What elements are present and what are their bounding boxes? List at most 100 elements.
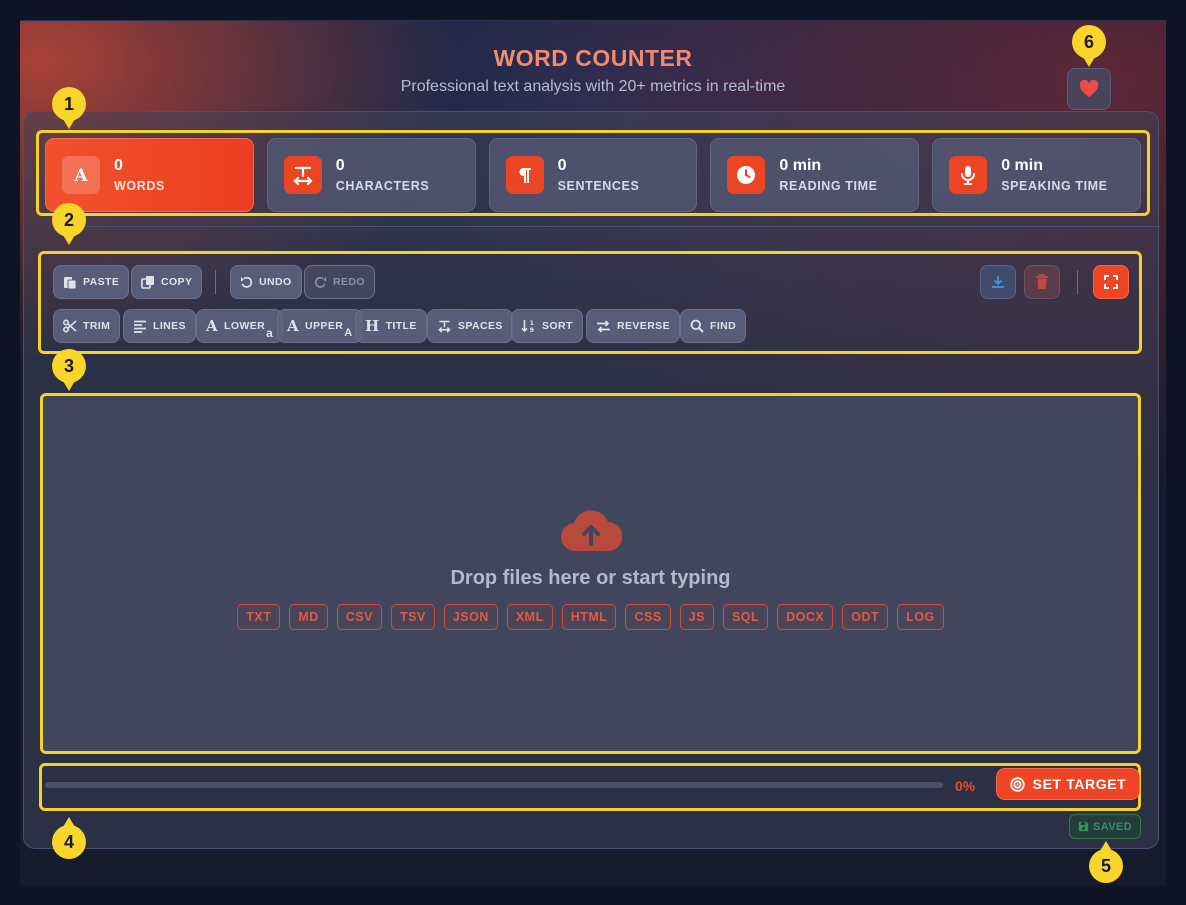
format-badge: JSON <box>443 604 498 630</box>
copy-button[interactable]: COPY <box>131 265 203 299</box>
paragraph-icon <box>505 156 544 194</box>
heart-icon <box>1079 80 1099 98</box>
svg-text:1: 1 <box>530 320 535 327</box>
annotation-marker-1: 1 <box>52 87 86 129</box>
section-divider <box>60 226 1160 227</box>
annotation-marker-4: 4 <box>52 817 86 859</box>
reverse-label: REVERSE <box>617 320 670 332</box>
redo-label: REDO <box>333 276 365 288</box>
trim-button[interactable]: TRIM <box>53 309 121 343</box>
saved-label: SAVED <box>1092 820 1133 833</box>
trim-label: TRIM <box>83 320 111 332</box>
target-progress-row: 0% SET TARGET <box>39 763 1141 811</box>
stat-value: 0 <box>335 157 345 174</box>
stat-value: 0 <box>557 157 567 174</box>
search-icon <box>690 319 704 333</box>
cloud-upload-icon <box>560 510 622 552</box>
format-badge: TSV <box>390 604 435 630</box>
copy-label: COPY <box>161 276 193 288</box>
paste-icon <box>64 277 77 289</box>
page-subtitle: Professional text analysis with 20+ metr… <box>400 78 786 95</box>
progress-bar <box>45 782 943 788</box>
stat-card-reading-time[interactable]: 0 min READING TIME <box>710 138 920 212</box>
format-badge: XML <box>506 604 553 630</box>
target-icon <box>1009 776 1025 792</box>
reverse-button[interactable]: REVERSE <box>586 309 680 343</box>
format-badge: JS <box>679 604 714 630</box>
clock-icon <box>727 156 766 194</box>
upper-label: UPPER <box>305 320 344 332</box>
letter-a-icon: A <box>62 156 100 194</box>
clear-button[interactable] <box>1024 265 1060 299</box>
progress-percent: 0% <box>955 778 976 794</box>
lowercase-button[interactable]: A LOWER a <box>196 309 284 343</box>
sort-label: SORT <box>542 320 573 332</box>
toolbar-separator <box>1077 270 1078 294</box>
heading-icon: H <box>365 317 380 335</box>
redo-icon <box>314 276 327 288</box>
format-badge: HTML <box>561 604 617 630</box>
redo-button[interactable]: REDO <box>304 265 375 299</box>
stat-value: 0 min <box>779 157 822 174</box>
upper-subscript: A <box>344 327 353 339</box>
annotation-marker-6: 6 <box>1072 25 1106 67</box>
stat-card-characters[interactable]: 0 CHARACTERS <box>266 138 476 212</box>
stat-card-words[interactable]: A 0 WORDS <box>45 138 254 212</box>
header: WORD COUNTER Professional text analysis … <box>20 45 1166 96</box>
format-badge: CSS <box>625 604 671 630</box>
uppercase-icon: A <box>287 317 300 335</box>
align-left-icon <box>134 320 146 333</box>
floppy-disk-icon <box>1078 821 1089 832</box>
editor-toolbar: PASTE COPY UNDO REDO TRIM LINES A LOWER … <box>38 251 1142 354</box>
toolbar-separator <box>215 270 216 294</box>
lines-button[interactable]: LINES <box>123 309 196 343</box>
page-title: WORD COUNTER <box>20 45 1166 72</box>
text-editor-area[interactable]: Drop files here or start typing TXT MD C… <box>40 393 1141 754</box>
annotation-marker-3: 3 <box>52 349 86 391</box>
stat-label: SENTENCES <box>557 179 640 193</box>
download-icon <box>992 276 1004 288</box>
copy-icon <box>141 276 154 289</box>
favorite-button[interactable] <box>1067 68 1111 110</box>
download-button[interactable] <box>980 265 1016 299</box>
undo-icon <box>240 276 253 288</box>
text-width-icon <box>283 156 322 194</box>
expand-icon <box>1104 275 1118 289</box>
saved-status-badge: SAVED <box>1069 814 1141 839</box>
spaces-button[interactable]: SPACES <box>427 309 513 343</box>
sort-icon: 19 <box>521 320 535 333</box>
fullscreen-button[interactable] <box>1093 265 1129 299</box>
titlecase-button[interactable]: H TITLE <box>355 309 427 343</box>
paste-label: PASTE <box>83 276 120 288</box>
svg-text:A: A <box>73 166 88 185</box>
stat-card-sentences[interactable]: 0 SENTENCES <box>488 138 698 212</box>
stat-value: 0 min <box>1001 157 1043 174</box>
paste-button[interactable]: PASTE <box>53 265 130 299</box>
spaces-label: SPACES <box>458 320 503 332</box>
find-button[interactable]: FIND <box>680 309 747 343</box>
set-target-label: SET TARGET <box>1032 776 1127 792</box>
svg-text:9: 9 <box>530 327 535 333</box>
drop-instructions: Drop files here or start typing <box>450 567 731 589</box>
arrows-exchange-icon <box>597 319 610 333</box>
find-label: FIND <box>710 320 737 332</box>
lines-label: LINES <box>153 320 186 332</box>
app-stage: WORD COUNTER Professional text analysis … <box>20 20 1166 885</box>
lowercase-icon: A <box>206 317 219 335</box>
uppercase-button[interactable]: A UPPER A <box>277 309 363 343</box>
format-badge: SQL <box>722 604 769 630</box>
drop-zone: Drop files here or start typing TXT MD C… <box>43 508 1138 630</box>
undo-button[interactable]: UNDO <box>230 265 302 299</box>
format-badge: MD <box>289 604 328 630</box>
format-badge: DOCX <box>777 604 834 630</box>
annotation-marker-2: 2 <box>52 203 86 245</box>
text-width-icon <box>438 320 451 333</box>
set-target-button[interactable]: SET TARGET <box>996 768 1140 800</box>
stats-row: A 0 WORDS 0 CHARACTERS 0 SENTENCES 0 min… <box>36 130 1150 216</box>
trash-icon <box>1036 274 1048 289</box>
stat-label: CHARACTERS <box>335 179 430 193</box>
format-badge: ODT <box>842 604 889 630</box>
supported-formats: TXT MD CSV TSV JSON XML HTML CSS JS SQL … <box>43 604 1138 630</box>
sort-button[interactable]: 19 SORT <box>511 309 583 343</box>
stat-card-speaking-time[interactable]: 0 min SPEAKING TIME <box>932 138 1141 212</box>
